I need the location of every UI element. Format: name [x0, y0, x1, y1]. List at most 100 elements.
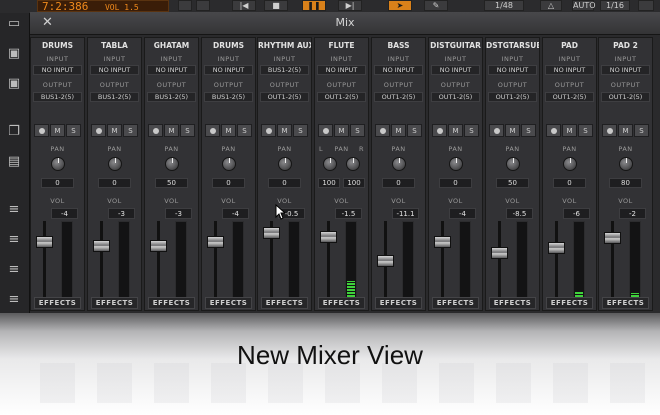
mute-button[interactable]: M [448, 124, 463, 137]
pencil-tool-button[interactable]: ✎ [424, 0, 448, 11]
input-select[interactable]: NO INPUT [374, 65, 423, 75]
input-select[interactable]: NO INPUT [90, 65, 139, 75]
volume-fader[interactable] [36, 236, 53, 248]
volume-fader[interactable] [263, 227, 280, 239]
folder-icon[interactable]: ▭ [5, 15, 23, 33]
effects-button[interactable]: EFFECTS [432, 297, 479, 309]
solo-button[interactable]: S [464, 124, 479, 137]
copy-icon[interactable]: ❐ [5, 123, 23, 141]
input-select[interactable]: NO INPUT [545, 65, 594, 75]
effects-button[interactable]: EFFECTS [261, 297, 308, 309]
input-select[interactable]: NO INPUT [33, 65, 82, 75]
volume-value[interactable]: -8.5 [506, 208, 533, 219]
mute-button[interactable]: M [164, 124, 179, 137]
input-select[interactable]: BUS1-2(5) [260, 65, 309, 75]
output-select[interactable]: OUT1-2(5) [317, 92, 366, 102]
volume-value[interactable]: -3 [165, 208, 192, 219]
save-icon[interactable]: ▣ [5, 45, 23, 63]
volume-fader[interactable] [604, 232, 621, 244]
pan-knob[interactable] [619, 157, 633, 171]
output-select[interactable]: BUS1-2(5) [204, 92, 253, 102]
effects-button[interactable]: EFFECTS [375, 297, 422, 309]
pan-value[interactable]: 0 [212, 178, 245, 188]
input-select[interactable]: NO INPUT [488, 65, 537, 75]
stop-button[interactable]: ■ [264, 0, 288, 11]
mute-button[interactable]: M [50, 124, 65, 137]
effects-button[interactable]: EFFECTS [205, 297, 252, 309]
record-arm-button[interactable] [432, 124, 447, 137]
mute-button[interactable]: M [277, 124, 292, 137]
volume-fader[interactable] [548, 242, 565, 254]
pan-left-value[interactable]: 100 [318, 178, 340, 188]
pan-value[interactable]: 0 [382, 178, 415, 188]
pan-value[interactable]: 0 [268, 178, 301, 188]
volume-fader[interactable] [150, 240, 167, 252]
mute-button[interactable]: M [334, 124, 349, 137]
volume-value[interactable]: -6 [563, 208, 590, 219]
solo-button[interactable]: S [237, 124, 252, 137]
save-as-icon[interactable]: ▣ [5, 75, 23, 93]
mixer-title-bar[interactable]: ✕ Mix [30, 12, 660, 35]
pan-knob[interactable] [563, 157, 577, 171]
effects-button[interactable]: EFFECTS [34, 297, 81, 309]
output-select[interactable]: BUS1-2(5) [147, 92, 196, 102]
output-select[interactable]: BUS1-2(5) [90, 92, 139, 102]
rewind-button[interactable]: |◀ [232, 0, 256, 11]
pan-value[interactable]: 50 [496, 178, 529, 188]
effects-button[interactable]: EFFECTS [91, 297, 138, 309]
pan-knob[interactable] [392, 157, 406, 171]
volume-fader[interactable] [320, 231, 337, 243]
volume-value[interactable]: -4 [449, 208, 476, 219]
pan-left-knob[interactable] [323, 157, 337, 171]
volume-value[interactable]: -3 [108, 208, 135, 219]
mixer-icon[interactable]: ▤ [5, 153, 23, 171]
record-arm-button[interactable] [34, 124, 49, 137]
effects-button[interactable]: EFFECTS [489, 297, 536, 309]
grid-icon[interactable] [196, 0, 210, 11]
output-select[interactable]: OUT1-2(5) [374, 92, 423, 102]
solo-button[interactable]: S [123, 124, 138, 137]
output-select[interactable]: OUT1-2(5) [260, 92, 309, 102]
pan-knob[interactable] [165, 157, 179, 171]
forward-button[interactable]: ▶| [338, 0, 362, 11]
mute-button[interactable]: M [562, 124, 577, 137]
pan-right-knob[interactable] [346, 157, 360, 171]
pan-right-value[interactable]: 100 [343, 178, 365, 188]
pan-value[interactable]: 0 [98, 178, 131, 188]
pan-value[interactable]: 50 [155, 178, 188, 188]
solo-button[interactable]: S [634, 124, 649, 137]
auto-button[interactable]: AUTO [572, 0, 596, 11]
pan-knob[interactable] [449, 157, 463, 171]
add-aux-icon[interactable]: ≡ [5, 261, 23, 279]
pan-knob[interactable] [506, 157, 520, 171]
volume-value[interactable]: -4 [51, 208, 78, 219]
pan-value[interactable]: 0 [439, 178, 472, 188]
add-bus-icon[interactable]: ≡ [5, 231, 23, 249]
solo-button[interactable]: S [180, 124, 195, 137]
input-select[interactable]: NO INPUT [317, 65, 366, 75]
effects-button[interactable]: EFFECTS [546, 297, 593, 309]
solo-button[interactable]: S [578, 124, 593, 137]
input-select[interactable]: NO INPUT [204, 65, 253, 75]
record-arm-button[interactable] [148, 124, 163, 137]
output-select[interactable]: OUT1-2(5) [431, 92, 480, 102]
pan-value[interactable]: 0 [553, 178, 586, 188]
pan-knob[interactable] [278, 157, 292, 171]
volume-value[interactable]: -4 [222, 208, 249, 219]
record-arm-button[interactable] [261, 124, 276, 137]
output-select[interactable]: BUS1-2(5) [33, 92, 82, 102]
mute-button[interactable]: M [221, 124, 236, 137]
effects-button[interactable]: EFFECTS [318, 297, 365, 309]
output-select[interactable]: OUT1-2(5) [488, 92, 537, 102]
pan-knob[interactable] [51, 157, 65, 171]
solo-button[interactable]: S [350, 124, 365, 137]
record-arm-button[interactable] [489, 124, 504, 137]
input-select[interactable]: NO INPUT [601, 65, 650, 75]
input-select[interactable]: NO INPUT [431, 65, 480, 75]
mute-button[interactable]: M [618, 124, 633, 137]
effects-button[interactable]: EFFECTS [602, 297, 649, 309]
record-arm-button[interactable] [91, 124, 106, 137]
volume-fader[interactable] [377, 255, 394, 267]
pointer-tool-button[interactable]: ➤ [388, 0, 412, 11]
volume-fader[interactable] [207, 236, 224, 248]
